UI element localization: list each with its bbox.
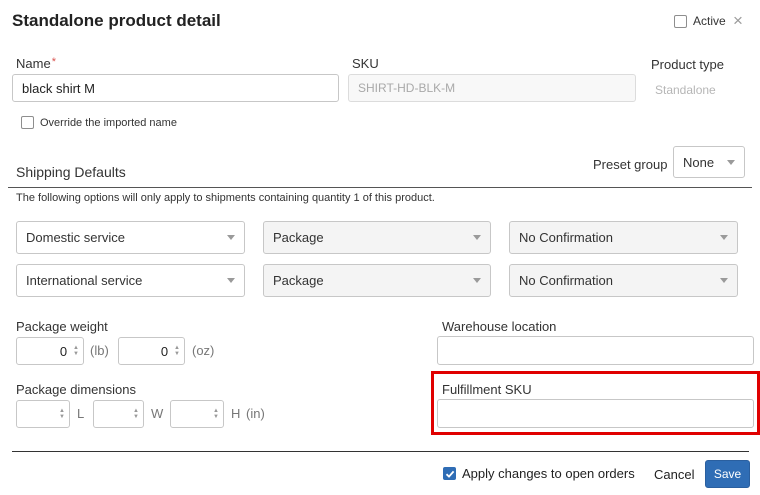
warehouse-location-input[interactable] [437,336,754,365]
name-input-value: black shirt M [22,80,95,96]
weight-oz-unit: (oz) [192,343,215,358]
package-dimensions-label: Package dimensions [16,382,136,397]
sku-input-value: SHIRT-HD-BLK-M [358,81,456,95]
international-service-select[interactable]: International service [16,264,245,297]
product-type-value: Standalone [655,83,716,97]
weight-lb-value: 0 [59,343,68,359]
name-input[interactable]: black shirt M [12,74,339,102]
domestic-package-value: Package [273,230,324,245]
dimension-width-stepper[interactable]: ▲ ▼ [93,400,144,428]
sku-input[interactable]: SHIRT-HD-BLK-M [348,74,636,102]
international-package-value: Package [273,273,324,288]
shipping-note: The following options will only apply to… [16,192,435,204]
weight-lb-stepper[interactable]: 0 ▲ ▼ [16,337,84,365]
weight-oz-value: 0 [160,343,169,359]
chevron-down-icon [473,278,481,283]
active-label: Active [693,14,726,28]
domestic-service-value: Domestic service [26,230,125,245]
warehouse-location-label: Warehouse location [442,319,557,334]
chevron-down-icon [720,235,728,240]
international-service-value: International service [26,273,143,288]
international-package-select[interactable]: Package [263,264,491,297]
dimension-width-unit: W [151,406,164,421]
override-name-label: Override the imported name [40,116,177,129]
spinner-arrows-icon[interactable]: ▲ ▼ [174,345,180,357]
dimension-length-stepper[interactable]: ▲ ▼ [16,400,70,428]
dimension-height-stepper[interactable]: ▲ ▼ [170,400,224,428]
close-icon[interactable]: × [733,11,743,31]
chevron-down-icon [473,235,481,240]
dialog-title: Standalone product detail [12,11,221,30]
spinner-arrows-icon[interactable]: ▲ ▼ [59,408,65,420]
apply-open-orders-checkbox[interactable] [443,467,456,480]
save-button[interactable]: Save [705,460,750,488]
spinner-arrows-icon[interactable]: ▲ ▼ [133,408,139,420]
required-mark: * [51,56,56,68]
apply-open-orders-option[interactable]: Apply changes to open orders [443,466,635,481]
preset-group-select[interactable]: None [673,146,745,178]
checkmark-icon [445,470,454,478]
preset-group-value: None [683,154,715,170]
spinner-arrows-icon[interactable]: ▲ ▼ [73,345,79,357]
override-name-option[interactable]: Override the imported name [21,116,177,129]
chevron-down-icon [227,278,235,283]
product-type-label: Product type [651,57,724,72]
weight-oz-stepper[interactable]: 0 ▲ ▼ [118,337,185,365]
shipping-defaults-title: Shipping Defaults [16,164,126,180]
chevron-down-icon [727,159,735,165]
spinner-arrows-icon[interactable]: ▲ ▼ [213,408,219,420]
cancel-button[interactable]: Cancel [654,467,694,482]
domestic-confirmation-value: No Confirmation [519,230,613,245]
dimension-height-unit: H [231,406,241,421]
active-toggle[interactable]: Active [674,14,726,28]
weight-lb-unit: (lb) [90,343,109,358]
footer-divider [12,451,749,452]
international-confirmation-select[interactable]: No Confirmation [509,264,738,297]
domestic-confirmation-select[interactable]: No Confirmation [509,221,738,254]
dimension-length-unit: L [77,406,85,421]
domestic-package-select[interactable]: Package [263,221,491,254]
domestic-service-select[interactable]: Domestic service [16,221,245,254]
active-checkbox[interactable] [674,14,687,28]
chevron-down-icon [227,235,235,240]
package-weight-label: Package weight [16,319,108,334]
fulfillment-sku-input[interactable] [437,399,754,428]
sku-label: SKU [352,56,379,71]
override-name-checkbox[interactable] [21,116,34,129]
apply-open-orders-label: Apply changes to open orders [462,466,635,481]
fulfillment-sku-label: Fulfillment SKU [442,382,532,397]
international-confirmation-value: No Confirmation [519,273,613,288]
dimension-inch-unit: (in) [246,406,265,421]
name-label: Name* [16,56,56,71]
preset-group-label: Preset group [593,157,668,172]
chevron-down-icon [720,278,728,283]
section-divider [8,187,752,188]
